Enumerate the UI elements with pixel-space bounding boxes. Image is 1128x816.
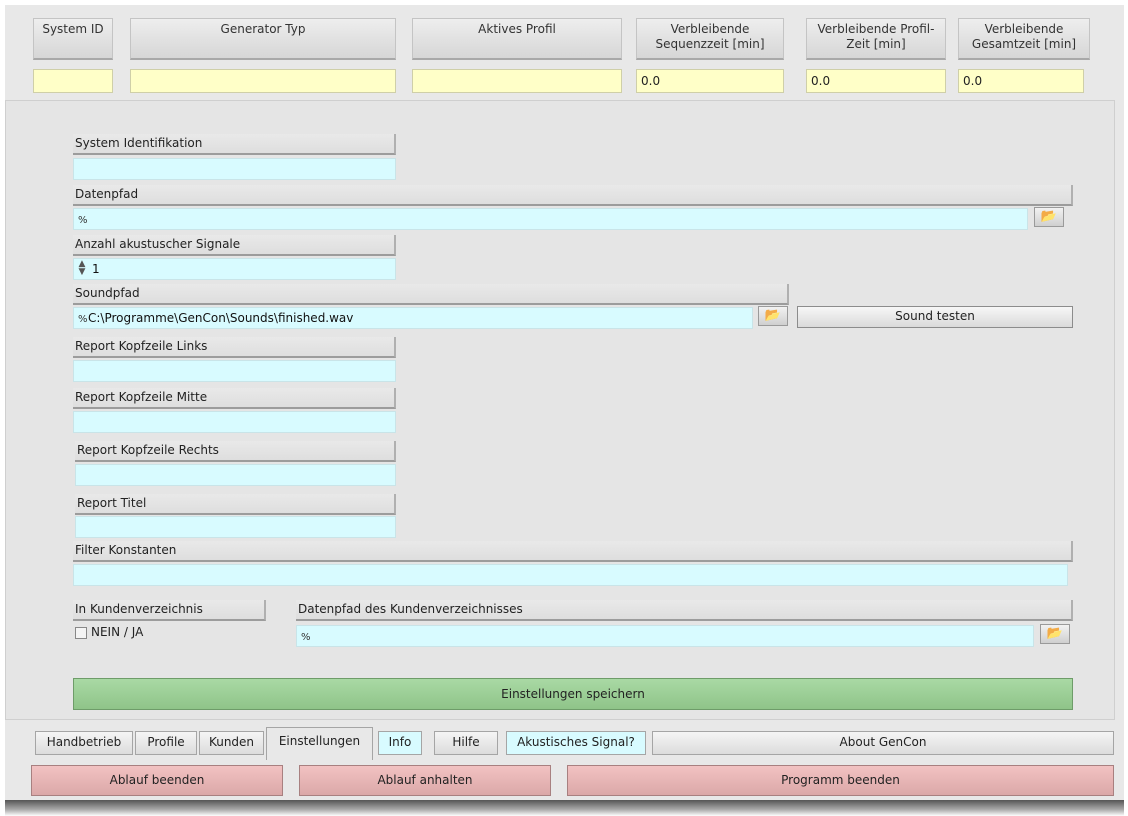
tab-profile[interactable]: Profile <box>135 731 197 755</box>
data-path-input[interactable]: % <box>73 208 1028 230</box>
filter-constants-input[interactable] <box>73 564 1068 586</box>
customer-dir-path-label: Datenpfad des Kundenverzeichnisses <box>296 600 1073 621</box>
customer-dir-path-input[interactable]: % <box>296 625 1034 647</box>
header-label-active-profile: Aktives Profil <box>412 18 622 60</box>
data-path-browse-button[interactable]: 📂 <box>1034 207 1064 227</box>
folder-open-icon: 📂 <box>1040 209 1058 224</box>
profile-time-display: 0.0 <box>806 69 946 93</box>
report-header-middle-label: Report Kopfzeile Mitte <box>73 388 396 409</box>
sound-path-input[interactable]: %C:\Programme\GenCon\Sounds\finished.wav <box>73 307 753 329</box>
report-title-input[interactable] <box>75 516 396 538</box>
path-icon: % <box>301 632 311 643</box>
customer-dir-browse-button[interactable]: 📂 <box>1040 624 1070 644</box>
customer-dir-checkbox[interactable] <box>75 627 87 639</box>
help-button[interactable]: Hilfe <box>434 731 498 755</box>
active-profile-display <box>412 69 622 93</box>
exit-program-button[interactable]: Programm beenden <box>567 765 1114 796</box>
about-gencon-button[interactable]: About GenCon <box>652 731 1114 755</box>
window-bottom-edge <box>5 800 1124 816</box>
report-header-left-label: Report Kopfzeile Links <box>73 337 396 358</box>
header-label-total-time: Verbleibende Gesamtzeit [min] <box>958 18 1090 60</box>
sound-test-button[interactable]: Sound testen <box>797 306 1073 328</box>
folder-open-icon: 📂 <box>764 308 782 323</box>
filter-constants-label: Filter Konstanten <box>73 541 1073 562</box>
tab-kunden[interactable]: Kunden <box>199 731 264 755</box>
system-id-label: System Identifikation <box>73 134 396 155</box>
folder-open-icon: 📂 <box>1046 626 1064 641</box>
header-label-system-id: System ID <box>33 18 113 60</box>
report-header-right-input[interactable] <box>75 464 396 486</box>
path-icon: % <box>78 215 88 226</box>
sound-path-browse-button[interactable]: 📂 <box>758 306 788 326</box>
customer-dir-label: In Kundenverzeichnis <box>73 600 266 621</box>
data-path-label: Datenpfad <box>73 185 1073 206</box>
signal-count-input[interactable]: 1 <box>73 258 396 280</box>
header-label-generator-type: Generator Typ <box>130 18 396 60</box>
generator-type-display <box>130 69 396 93</box>
system-id-input[interactable] <box>73 158 396 180</box>
path-icon: % <box>78 314 88 325</box>
header-label-sequence-time: Verbleibende Sequenzzeit [min] <box>636 18 784 60</box>
signal-count-label: Anzahl akustuscher Signale <box>73 235 396 256</box>
sound-path-value: C:\Programme\GenCon\Sounds\finished.wav <box>88 311 354 325</box>
stepper-icon[interactable]: ▲ ▼ <box>76 260 88 278</box>
report-header-middle-input[interactable] <box>73 411 396 433</box>
tab-einstellungen[interactable]: Einstellungen <box>266 727 373 760</box>
report-header-right-label: Report Kopfzeile Rechts <box>75 441 396 462</box>
pause-run-button[interactable]: Ablauf anhalten <box>299 765 551 796</box>
tab-handbetrieb[interactable]: Handbetrieb <box>35 731 133 755</box>
acoustic-signal-toggle[interactable]: Akustisches Signal? <box>506 731 646 755</box>
info-button[interactable]: Info <box>378 731 422 755</box>
sound-path-label: Soundpfad <box>73 284 789 305</box>
sequence-time-display: 0.0 <box>636 69 784 93</box>
total-time-display: 0.0 <box>958 69 1084 93</box>
customer-dir-checkbox-label: NEIN / JA <box>91 625 144 639</box>
report-header-left-input[interactable] <box>73 360 396 382</box>
system-id-display <box>33 69 113 93</box>
stop-run-button[interactable]: Ablauf beenden <box>31 765 283 796</box>
header-label-profile-time: Verbleibende Profil-Zeit [min] <box>806 18 946 60</box>
save-settings-button[interactable]: Einstellungen speichern <box>73 678 1073 710</box>
report-title-label: Report Titel <box>75 494 396 515</box>
